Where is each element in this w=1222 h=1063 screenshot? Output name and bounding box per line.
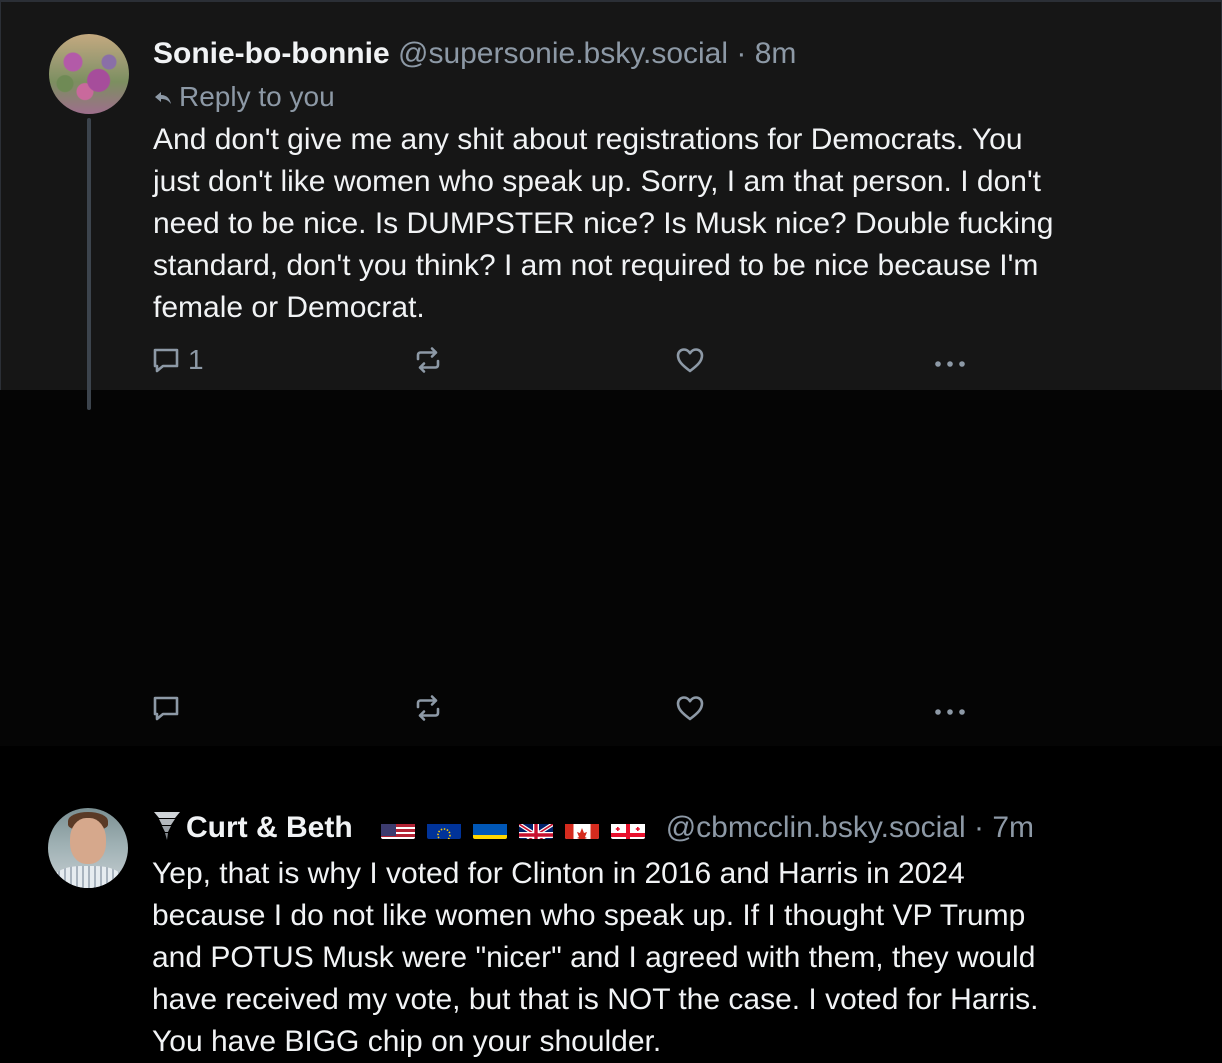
flag-eu-icon [427, 817, 462, 839]
flag-uk-icon [519, 817, 554, 839]
flag-georgia-icon [611, 817, 646, 839]
reply-button[interactable]: 1 [150, 340, 204, 380]
repost-icon [412, 344, 444, 376]
reply-arrow-icon [153, 80, 173, 118]
post-actions [0, 688, 1222, 728]
reply-to-indicator[interactable]: Reply to you [153, 78, 335, 118]
more-dots-icon [930, 692, 970, 724]
comment-icon [150, 344, 182, 376]
post-actions: 1 [0, 340, 1222, 380]
reply-count: 1 [188, 344, 204, 375]
avatar[interactable] [48, 808, 128, 888]
more-dots-icon [930, 344, 970, 376]
like-button[interactable] [674, 340, 706, 380]
flag-us-icon [381, 817, 416, 839]
more-options-button[interactable] [930, 340, 970, 380]
author-handle[interactable]: @cbmcclin.bsky.social [666, 811, 966, 844]
post-text: Yep, that is why I voted for Clinton in … [152, 857, 1039, 1058]
post-timestamp[interactable]: 8m [755, 37, 797, 70]
comment-icon [150, 692, 182, 724]
reply-to-label: Reply to you [179, 81, 335, 112]
tornado-icon [152, 809, 182, 841]
post-timestamp[interactable]: 7m [992, 811, 1034, 844]
repost-icon [412, 692, 444, 724]
thread-view: Sonie-bo-bonnie @supersonie.bsky.social … [0, 0, 1222, 1058]
repost-button[interactable] [412, 340, 444, 380]
like-button[interactable] [674, 688, 706, 728]
separator-dot: · [965, 811, 993, 844]
author-handle[interactable]: @supersonie.bsky.social [398, 37, 728, 70]
post-item[interactable]: Sonie-bo-bonnie @supersonie.bsky.social … [0, 0, 1222, 390]
reply-button[interactable] [150, 688, 182, 728]
avatar[interactable] [49, 34, 129, 114]
repost-button[interactable] [412, 688, 444, 728]
flag-canada-icon [565, 817, 600, 839]
author-name[interactable]: Curt & Beth [186, 811, 353, 844]
author-name[interactable]: Sonie-bo-bonnie [153, 37, 390, 70]
heart-icon [674, 344, 706, 376]
more-options-button[interactable] [930, 688, 970, 728]
post-header: Sonie-bo-bonnie @supersonie.bsky.social … [153, 34, 796, 74]
separator-dot: · [728, 37, 755, 70]
post-header: Curt & Beth @cbmcclin.bsky.social · 7m [152, 808, 1034, 848]
flag-ukraine-icon [473, 817, 508, 839]
heart-icon [674, 692, 706, 724]
post-text: And don't give me any shit about registr… [153, 123, 1054, 324]
